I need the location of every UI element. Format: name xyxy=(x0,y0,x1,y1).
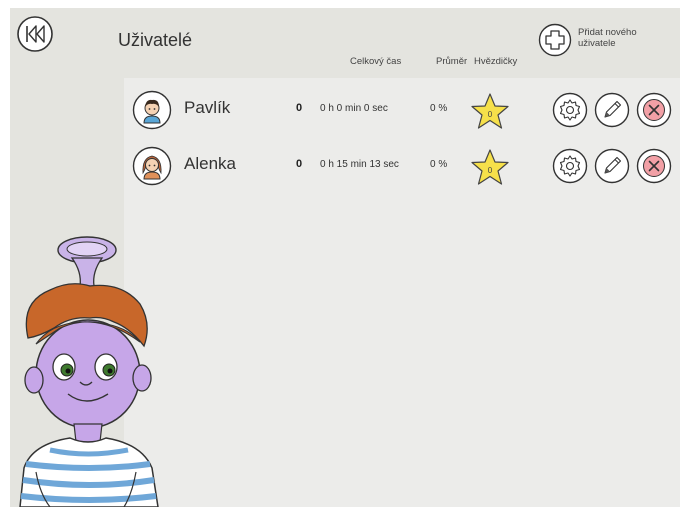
stars-badge: 0 xyxy=(470,92,510,130)
back-icon[interactable] xyxy=(16,15,54,53)
add-user-label: Přidat nového uživatele xyxy=(578,27,637,49)
column-header-average: Průměr xyxy=(436,56,468,67)
girl-avatar-icon xyxy=(132,146,172,186)
user-row-alenka[interactable]: Alenka 0 0 h 15 min 13 sec 0 % 0 xyxy=(124,142,672,192)
pencil-icon[interactable] xyxy=(594,148,630,184)
boy-avatar-icon xyxy=(132,90,172,130)
user-score: 0 xyxy=(296,102,303,114)
gear-icon[interactable] xyxy=(552,148,588,184)
gear-icon[interactable] xyxy=(552,92,588,128)
user-name: Pavlík xyxy=(184,98,231,117)
delete-icon[interactable] xyxy=(636,148,672,184)
stars-badge: 0 xyxy=(470,148,510,186)
page-title: Uživatelé xyxy=(118,30,193,50)
plus-icon xyxy=(538,23,572,57)
user-total-time: 0 h 0 min 0 sec xyxy=(320,103,388,114)
stars-count: 0 xyxy=(488,166,493,175)
user-average: 0 % xyxy=(430,103,448,114)
star-icon: 0 xyxy=(471,149,509,185)
add-user-button[interactable]: Přidat nového uživatele xyxy=(538,23,668,63)
user-average: 0 % xyxy=(430,159,448,170)
stars-count: 0 xyxy=(488,110,493,119)
column-header-total-time: Celkový čas xyxy=(350,56,402,67)
star-icon: 0 xyxy=(471,93,509,129)
pencil-icon[interactable] xyxy=(594,92,630,128)
delete-icon[interactable] xyxy=(636,92,672,128)
user-name: Alenka xyxy=(184,154,236,173)
user-score: 0 xyxy=(296,158,303,170)
column-header-stars: Hvězdičky xyxy=(474,56,518,67)
mascot-boy-illustration xyxy=(19,236,159,507)
user-row-pavlik[interactable]: Pavlík 0 0 h 0 min 0 sec 0 % 0 xyxy=(124,86,672,136)
user-total-time: 0 h 15 min 13 sec xyxy=(320,159,399,170)
